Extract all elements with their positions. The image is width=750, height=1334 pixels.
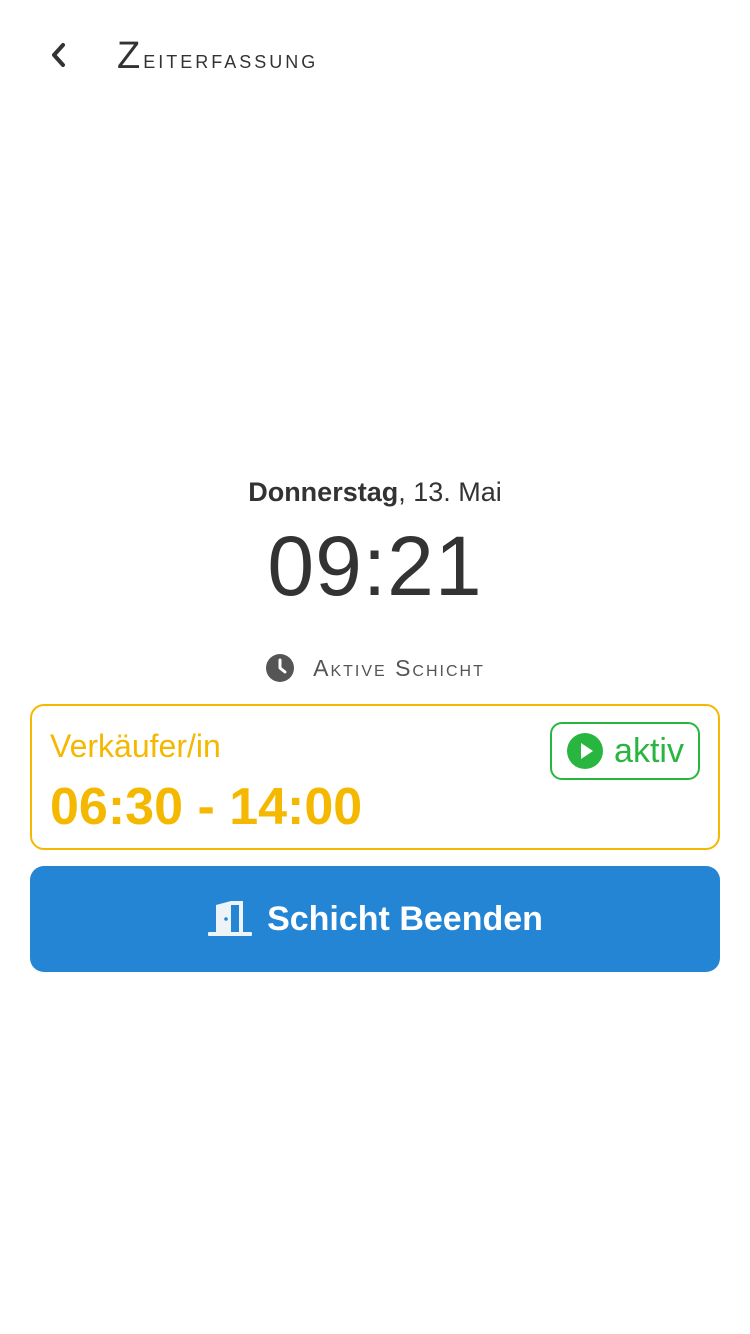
status-badge: aktiv: [550, 722, 700, 780]
end-shift-button[interactable]: Schicht Beenden: [30, 866, 720, 972]
back-button[interactable]: [36, 32, 82, 78]
page-title: Zeiterfassung: [117, 35, 319, 77]
clock-icon: [266, 654, 295, 682]
end-shift-label: Schicht Beenden: [267, 899, 543, 938]
door-exit-icon: [208, 901, 253, 936]
active-shift-heading: Aktive Schicht: [0, 648, 750, 688]
date-display: Donnerstag, 13. Mai: [0, 474, 750, 510]
weekday-label: Donnerstag: [248, 477, 399, 507]
app-header: Zeiterfassung: [0, 0, 750, 112]
current-time: 09:21: [267, 519, 483, 613]
status-label: aktiv: [614, 732, 684, 770]
chevron-left-icon: [52, 43, 65, 67]
shift-time-range: 06:30 - 14:00: [50, 778, 363, 836]
section-label: Aktive Schicht: [313, 654, 485, 681]
date-label: 13. Mai: [413, 477, 502, 507]
play-circle-icon: [567, 733, 604, 769]
shift-role: Verkäufer/in: [50, 728, 221, 764]
shift-card[interactable]: Verkäufer/in 06:30 - 14:00 aktiv: [30, 704, 720, 850]
date-separator: ,: [398, 477, 414, 507]
